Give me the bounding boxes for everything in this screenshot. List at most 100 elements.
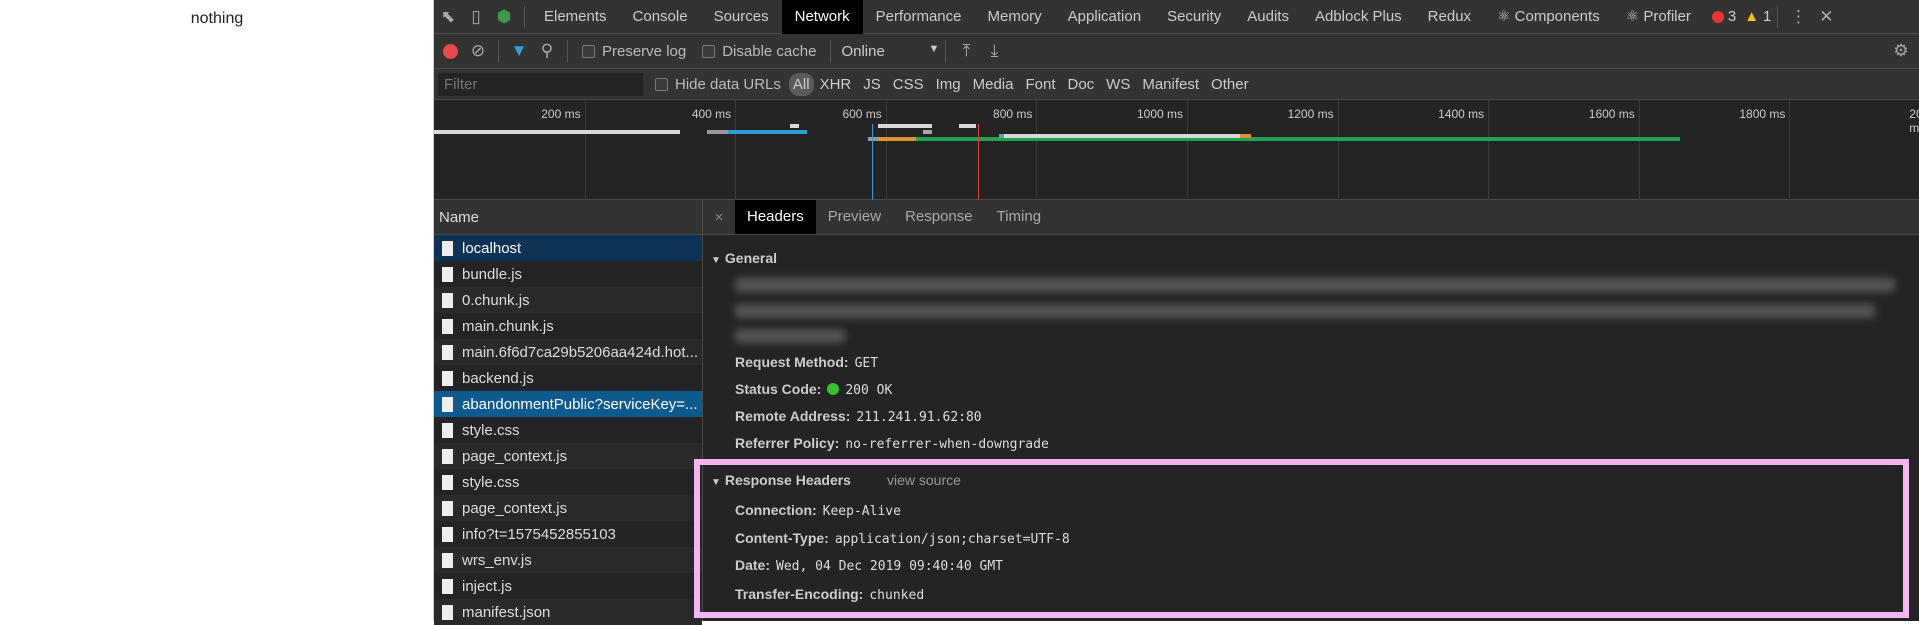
tab-performance[interactable]: Performance — [863, 0, 975, 34]
load-event-line — [977, 124, 979, 200]
timeline-tick-label: 200 ms — [541, 107, 581, 121]
header-row: Connection: Keep-Alive — [735, 502, 901, 519]
header-row: Status Code: 200 OK — [735, 381, 892, 398]
name-column-header[interactable]: Name — [434, 200, 702, 235]
vue-extension-icon[interactable]: ⬢ — [490, 3, 518, 31]
request-row[interactable]: main.6f6d7ca29b5206aa424d.hot... — [434, 339, 702, 365]
triangle-down-icon: ▼ — [711, 477, 721, 488]
header-row: Request Method: GET — [735, 354, 878, 371]
request-row[interactable]: info?t=1575452855103 — [434, 521, 702, 547]
tab-redux[interactable]: Redux — [1415, 0, 1484, 34]
hide-data-urls-checkbox[interactable]: Hide data URLs — [655, 76, 781, 93]
general-section-header[interactable]: ▼ General — [711, 250, 777, 266]
filter-icon[interactable]: ▼ — [505, 37, 533, 65]
document-icon — [442, 526, 453, 542]
tab-network[interactable]: Network — [781, 0, 863, 34]
request-name: wrs_env.js — [462, 551, 532, 569]
disable-cache-label: Disable cache — [722, 42, 817, 60]
tab-security[interactable]: Security — [1154, 0, 1234, 34]
filter-type-ws[interactable]: WS — [1100, 76, 1136, 93]
document-icon — [442, 474, 453, 490]
request-row[interactable]: inject.js — [434, 573, 702, 599]
request-row[interactable]: page_context.js — [434, 495, 702, 521]
request-name: 0.chunk.js — [462, 291, 530, 309]
request-row[interactable]: abandonmentPublic?serviceKey=... — [434, 391, 702, 417]
request-row[interactable]: bundle.js — [434, 261, 702, 287]
response-headers-title: Response Headers — [724, 472, 851, 488]
tab-profiler[interactable]: ⚛ Profiler — [1613, 0, 1704, 34]
timeline-request-bar — [790, 124, 800, 128]
tab-memory[interactable]: Memory — [975, 0, 1055, 34]
request-row[interactable]: localhost — [434, 235, 702, 261]
request-row[interactable]: manifest.json — [434, 599, 702, 625]
more-options-icon[interactable]: ⋮ — [1784, 3, 1812, 31]
timeline-request-bar — [1004, 134, 1240, 138]
filter-type-img[interactable]: Img — [930, 76, 967, 93]
filter-type-js[interactable]: JS — [857, 76, 887, 93]
request-row[interactable]: page_context.js — [434, 443, 702, 469]
request-row[interactable]: backend.js — [434, 365, 702, 391]
tab-timing[interactable]: Timing — [985, 200, 1053, 234]
filter-input[interactable] — [438, 72, 643, 96]
tab-preview[interactable]: Preview — [816, 200, 893, 234]
request-row[interactable]: wrs_env.js — [434, 547, 702, 573]
response-headers-section-header[interactable]: ▼ Response Headers view source — [711, 472, 961, 488]
timeline-gridline — [735, 100, 737, 200]
filter-type-manifest[interactable]: Manifest — [1136, 76, 1205, 93]
inspect-element-icon[interactable]: ⬉ — [434, 3, 462, 31]
disable-cache-checkbox[interactable]: Disable cache — [702, 43, 816, 60]
document-icon — [442, 292, 453, 308]
request-row[interactable]: main.chunk.js — [434, 313, 702, 339]
view-source-link[interactable]: view source — [887, 472, 961, 488]
header-value: chunked — [869, 588, 925, 603]
settings-gear-icon[interactable]: ⚙ — [1887, 37, 1915, 65]
tab-components[interactable]: ⚛ Components — [1484, 0, 1613, 34]
tab-elements[interactable]: Elements — [531, 0, 620, 34]
timeline-gridline — [1789, 100, 1791, 200]
timeline-tick-label: 800 ms — [993, 107, 1033, 121]
document-icon — [442, 370, 453, 386]
error-count[interactable]: 3 — [1728, 8, 1736, 25]
network-overview-timeline[interactable]: 200 ms 400 ms 600 ms 800 ms 1000 ms 1200 ms 14… — [434, 100, 1919, 200]
timeline-request-bar — [434, 130, 681, 134]
record-icon[interactable] — [436, 37, 464, 65]
document-icon — [442, 604, 453, 620]
filter-type-doc[interactable]: Doc — [1061, 76, 1100, 93]
filter-type-media[interactable]: Media — [967, 76, 1020, 93]
header-name: Date: — [735, 557, 771, 573]
close-icon[interactable]: ✕ — [1812, 3, 1840, 31]
filter-type-css[interactable]: CSS — [887, 76, 930, 93]
clear-icon[interactable]: ⊘ — [464, 37, 492, 65]
filter-bar: Hide data URLs AllXHRJSCSSImgMediaFontDo… — [434, 69, 1919, 100]
tab-response[interactable]: Response — [893, 200, 985, 234]
request-row[interactable]: style.css — [434, 469, 702, 495]
warning-count[interactable]: 1 — [1763, 8, 1771, 25]
filter-type-xhr[interactable]: XHR — [814, 76, 858, 93]
tab-sources[interactable]: Sources — [701, 0, 782, 34]
throttle-select[interactable]: Online ▼ — [841, 43, 939, 60]
timeline-request-bar — [1239, 134, 1251, 138]
request-name: main.chunk.js — [462, 317, 554, 335]
close-details-icon[interactable]: × — [703, 209, 735, 226]
tab-application[interactable]: Application — [1055, 0, 1154, 34]
divider — [524, 5, 525, 28]
filter-type-other[interactable]: Other — [1205, 76, 1255, 93]
tab-console[interactable]: Console — [620, 0, 701, 34]
preserve-log-checkbox[interactable]: Preserve log — [582, 43, 686, 60]
device-toolbar-icon[interactable]: ▯ — [462, 3, 490, 31]
filter-type-all[interactable]: All — [788, 72, 814, 96]
request-row[interactable]: style.css — [434, 417, 702, 443]
timeline-gridline — [885, 100, 887, 200]
error-icon[interactable] — [1711, 10, 1724, 23]
import-har-icon[interactable]: ⤒ — [952, 37, 980, 65]
filter-type-font[interactable]: Font — [1019, 76, 1061, 93]
request-row[interactable]: 0.chunk.js — [434, 287, 702, 313]
header-value: application/json;charset=UTF-8 — [834, 532, 1070, 547]
warning-icon[interactable]: ▲ — [1744, 8, 1759, 25]
tab-headers[interactable]: Headers — [735, 200, 816, 234]
tab-adblockplus[interactable]: Adblock Plus — [1302, 0, 1415, 34]
timeline-gridline — [584, 100, 586, 200]
search-icon[interactable]: ⚲ — [533, 37, 561, 65]
export-har-icon[interactable]: ⤓ — [980, 37, 1008, 65]
tab-audits[interactable]: Audits — [1234, 0, 1302, 34]
